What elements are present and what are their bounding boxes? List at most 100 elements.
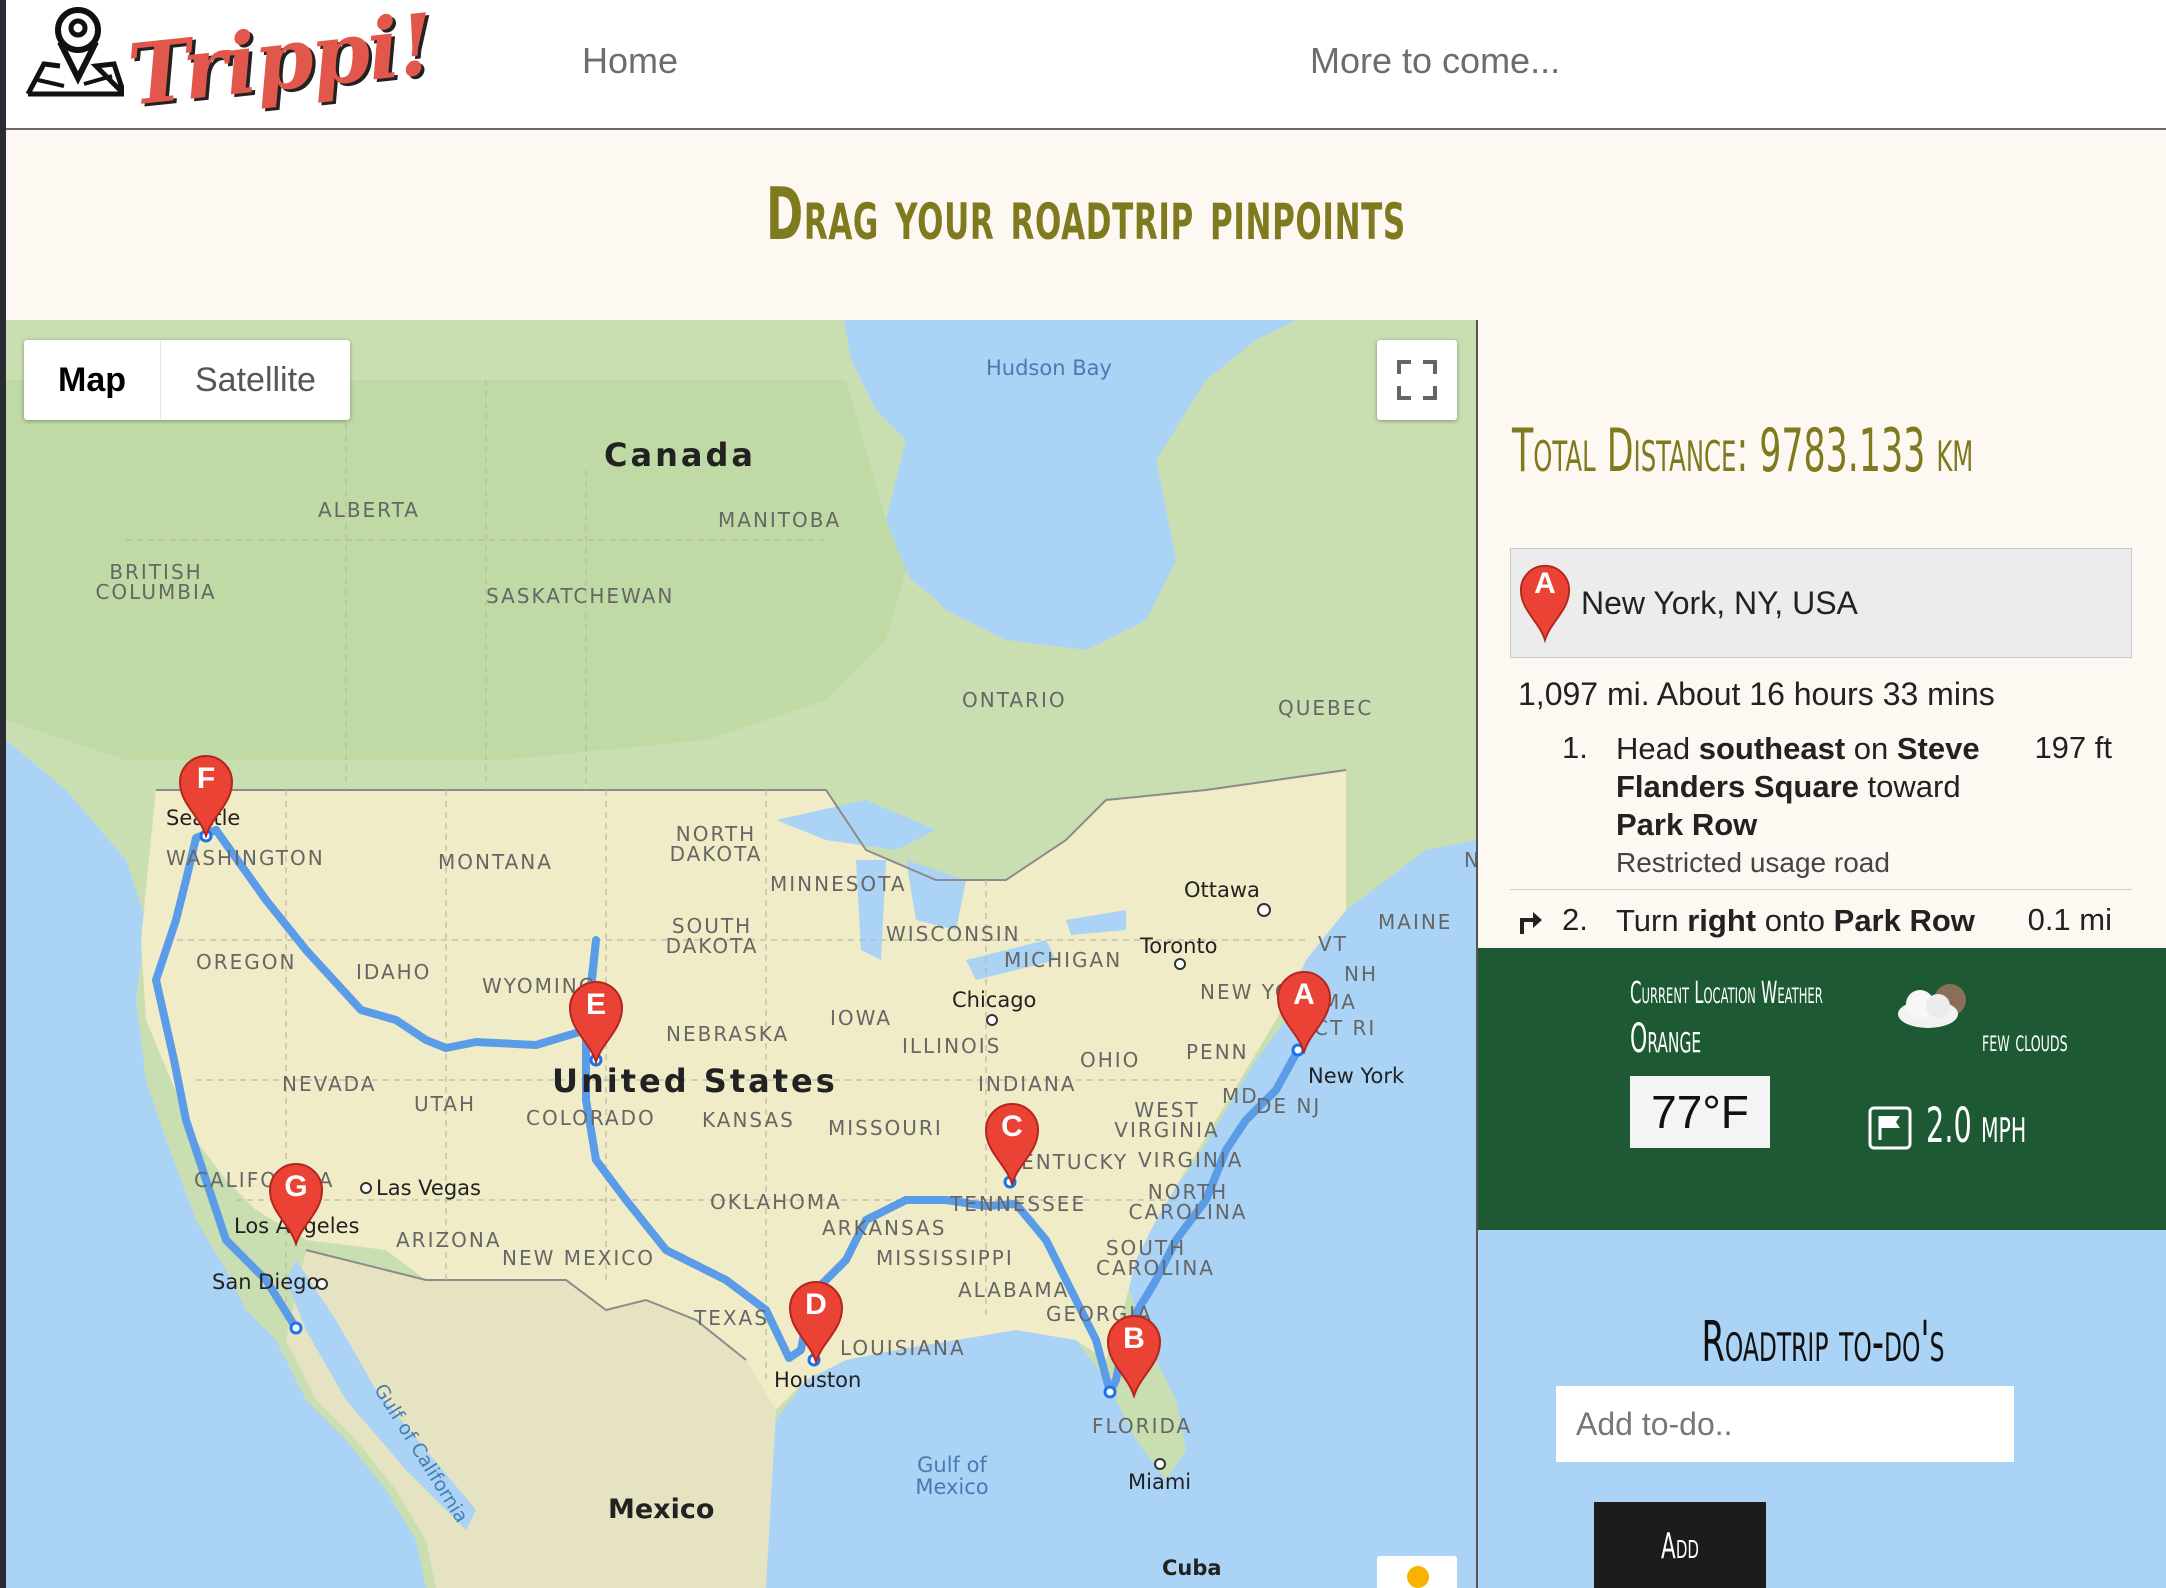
route-summary: 1,097 mi. About 16 hours 33 mins <box>1518 676 1995 712</box>
map-label-region: NEW MEXICO <box>502 1246 655 1270</box>
step-text: onto <box>1756 903 1834 938</box>
todo-section: Roadtrip to-do's Add <box>1476 1230 2166 1588</box>
map-label-region: SASKATCHEWAN <box>486 584 675 608</box>
map-label-region: MONTANA <box>438 850 553 874</box>
route-map[interactable]: Hudson Bay Canada United States Mexico C… <box>6 320 1476 1588</box>
map-label-region: QUEBEC <box>1278 696 1374 720</box>
map-label-city: Las Vegas <box>376 1176 481 1200</box>
map-label-region: MANITOBA <box>718 508 842 532</box>
map-label-region: COLORADO <box>526 1106 656 1130</box>
step-text: Head <box>1616 731 1699 766</box>
route-marker-g[interactable]: G <box>268 1162 324 1248</box>
map-label-region: VT <box>1318 932 1348 956</box>
step-text: Turn <box>1616 903 1688 938</box>
map-label-region: OHIO <box>1080 1048 1141 1072</box>
map-label-region: DE NJ <box>1256 1094 1322 1118</box>
wind-flag-icon <box>1868 1106 1912 1150</box>
weather-temperature: 77°F <box>1630 1076 1770 1148</box>
map-label-region: INDIANA <box>978 1072 1077 1096</box>
map-label-region: MISSISSIPPI <box>876 1246 1014 1270</box>
step-direction: right <box>1687 903 1757 938</box>
route-marker-a[interactable]: A <box>1276 970 1332 1056</box>
route-marker-c[interactable]: C <box>984 1102 1040 1188</box>
step-street: Park Row <box>1833 903 1975 938</box>
map-label-region: NORTH CAROLINA <box>1128 1180 1248 1224</box>
fullscreen-icon <box>1397 360 1437 400</box>
map-label-region: WASHINGTON <box>166 846 325 870</box>
todo-input[interactable] <box>1556 1386 2014 1462</box>
map-label-region: LOUISIANA <box>840 1336 966 1360</box>
todo-title: Roadtrip to-do's <box>1701 1310 1945 1375</box>
weather-city: Orange <box>1630 1016 1702 1062</box>
route-marker-f[interactable]: F <box>178 754 234 840</box>
map-label-region: WEST VIRGINIA <box>1114 1098 1220 1142</box>
total-distance: Total Distance: 9783.133 km <box>1512 416 1974 486</box>
weather-title: Current Location Weather <box>1630 976 1823 1011</box>
weather-description: few clouds <box>1982 1024 2068 1059</box>
step-text: toward <box>1858 769 1961 804</box>
map-label-region: VIRGINIA <box>1138 1148 1244 1172</box>
route-marker-e[interactable]: E <box>568 980 624 1066</box>
brand-logo[interactable]: Trippi! <box>24 0 437 128</box>
marker-label: A <box>1534 567 1556 600</box>
map-label-region: FLORIDA <box>1092 1414 1193 1438</box>
map-label-region: SOUTH CAROLINA <box>1096 1236 1215 1280</box>
step-number: 1. <box>1562 730 1588 765</box>
map-label-region: ARIZONA <box>396 1228 502 1252</box>
marker-label: B <box>1123 1322 1145 1355</box>
step-street: Park Row <box>1616 807 1758 842</box>
step-instruction: Turn right onto Park Row <box>1616 902 2036 940</box>
direction-step[interactable]: 1. Head southeast on Steve Flanders Squa… <box>1510 730 2132 890</box>
map-label-country: Mexico <box>608 1494 715 1525</box>
map-label-region: PENN <box>1186 1040 1249 1064</box>
map-label-region: MISSOURI <box>828 1116 943 1140</box>
add-todo-button[interactable]: Add <box>1594 1502 1766 1588</box>
weather-widget: Current Location Weather Orange 77°F few… <box>1476 948 2166 1230</box>
top-nav: Trippi! Home More to come... <box>0 0 2166 1588</box>
map-label-region: TEXAS <box>694 1306 769 1330</box>
marker-label: C <box>1001 1110 1023 1143</box>
map-label-region: OREGON <box>196 950 297 974</box>
page-header: Drag your roadtrip pinpoints <box>6 130 2166 320</box>
map-label-water: Gulf of Mexico <box>915 1453 989 1499</box>
few-clouds-icon <box>1898 984 1966 1028</box>
route-marker-d[interactable]: D <box>788 1280 844 1366</box>
map-label-region: UTAH <box>414 1092 477 1116</box>
map-label-region: ARKANSAS <box>822 1216 947 1240</box>
map-label-water: Hudson Bay <box>986 356 1112 380</box>
step-text: on <box>1845 731 1897 766</box>
map-type-map-button[interactable]: Map <box>24 340 161 420</box>
step-distance: 0.1 mi <box>2027 902 2112 937</box>
fullscreen-button[interactable] <box>1377 340 1457 420</box>
map-label-city: Chicago <box>952 988 1037 1012</box>
step-instruction: Head southeast on Steve Flanders Square … <box>1616 730 1996 882</box>
street-view-pegman[interactable] <box>1377 1556 1457 1588</box>
marker-label: G <box>284 1170 308 1203</box>
nav-home-link[interactable]: Home <box>582 40 678 82</box>
map-label-region: SOUTH DAKOTA <box>665 914 759 958</box>
marker-label: E <box>585 988 606 1021</box>
add-todo-label: Add <box>1661 1526 1699 1567</box>
map-label-region: OKLAHOMA <box>710 1190 842 1214</box>
nav-more-link[interactable]: More to come... <box>1310 40 1560 82</box>
weather-wind-speed: 2.0 mph <box>1926 1098 2027 1154</box>
turn-right-icon <box>1520 912 1542 934</box>
map-label-region: NEBRASKA <box>666 1022 790 1046</box>
marker-label: A <box>1293 978 1315 1011</box>
direction-step[interactable]: 2. Turn right onto Park Row 0.1 mi <box>1510 902 2132 948</box>
step-number: 2. <box>1562 902 1588 937</box>
map-label-country: Canada <box>604 436 756 474</box>
start-location-box[interactable]: A New York, NY, USA <box>1510 548 2132 658</box>
marker-label: F <box>196 762 216 795</box>
map-label-region: IDAHO <box>356 960 432 984</box>
step-distance: 197 ft <box>2034 730 2112 765</box>
map-label-region: NH <box>1344 962 1378 986</box>
map-label-country: Cuba <box>1162 1556 1222 1580</box>
map-label-region: ONTARIO <box>962 688 1067 712</box>
map-type-satellite-button[interactable]: Satellite <box>161 340 350 420</box>
start-address: New York, NY, USA <box>1581 585 1858 621</box>
route-marker-b[interactable]: B <box>1106 1314 1162 1400</box>
pegman-icon <box>1407 1566 1429 1588</box>
map-label-region: MAINE <box>1378 910 1453 934</box>
map-label-region: MD <box>1222 1084 1259 1108</box>
